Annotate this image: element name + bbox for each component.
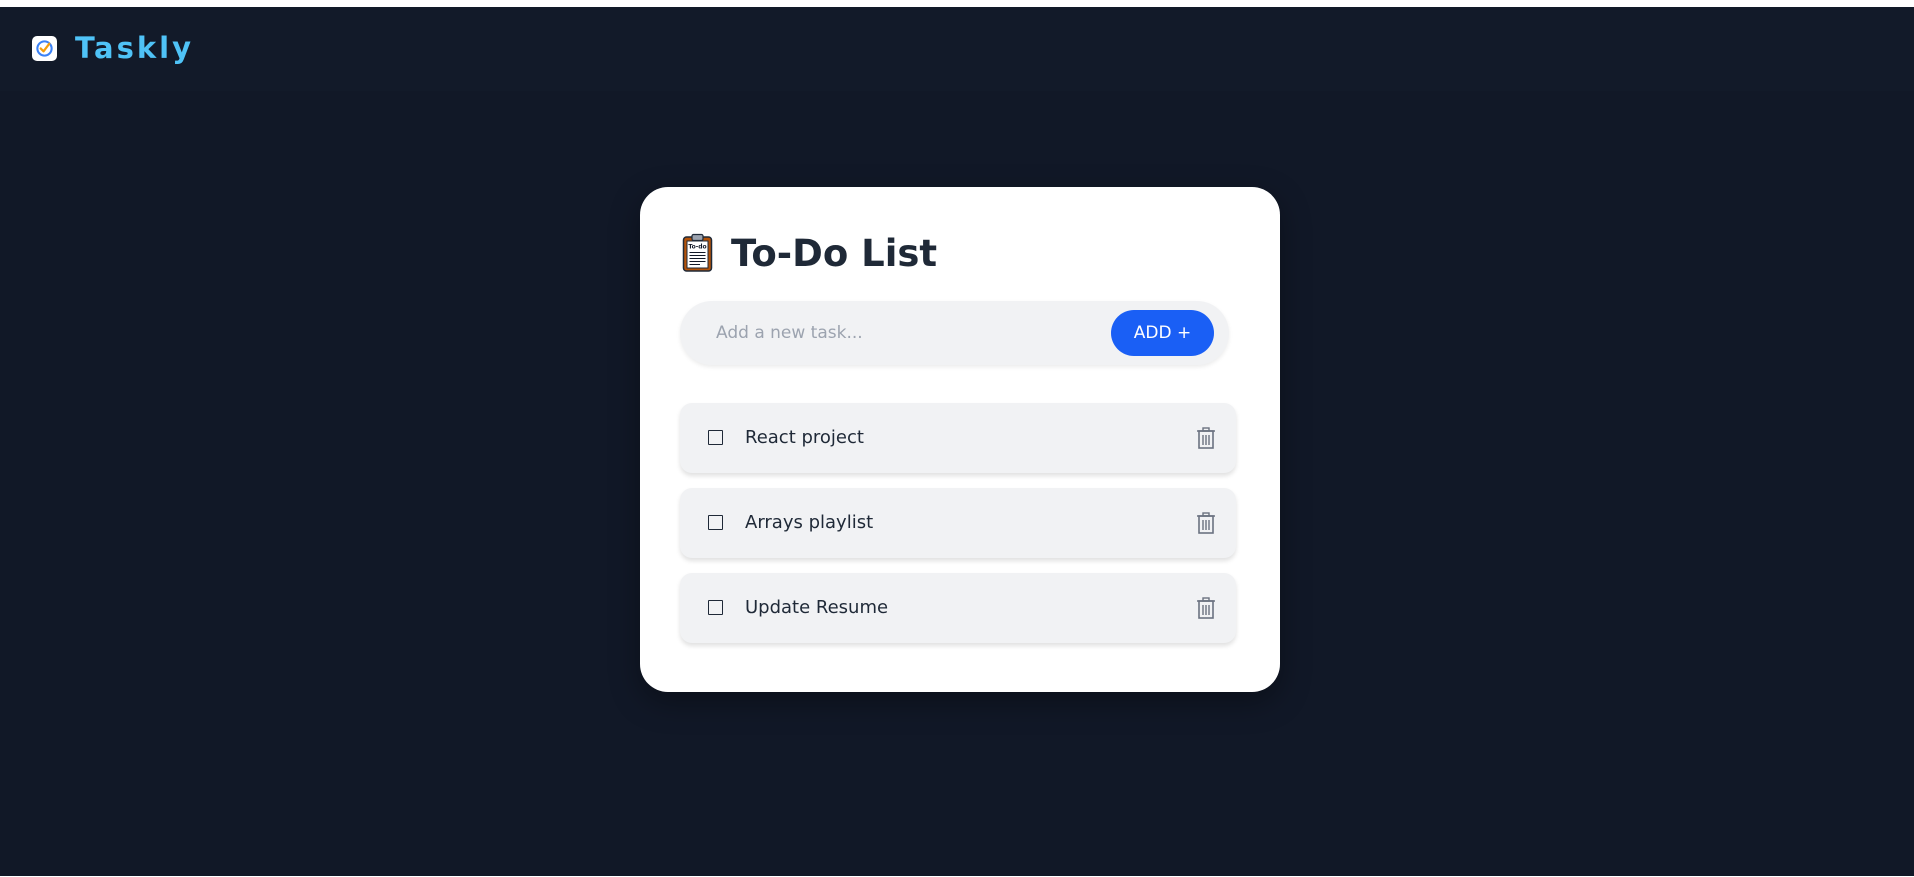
checkmark-logo-icon	[32, 36, 57, 61]
trash-icon[interactable]	[1194, 425, 1218, 451]
task-item: React project	[680, 403, 1236, 473]
card-title: To-Do List	[731, 231, 938, 275]
task-checkbox[interactable]	[708, 430, 723, 445]
task-text: Update Resume	[745, 597, 889, 618]
task-list: React project Arrays playlist Update Res…	[680, 403, 1236, 658]
trash-icon[interactable]	[1194, 595, 1218, 621]
add-task-button[interactable]: ADD +	[1111, 310, 1214, 356]
task-checkbox[interactable]	[708, 600, 723, 615]
app-root: Taskly To-do To-Do List Add a new task..…	[0, 7, 1914, 876]
new-task-input[interactable]	[698, 309, 1116, 357]
todo-card: To-do To-Do List ADD + React project	[640, 187, 1280, 692]
trash-icon[interactable]	[1194, 510, 1218, 536]
clipboard-todo-icon: To-do	[682, 233, 713, 273]
task-item: Update Resume	[680, 573, 1236, 643]
card-header: To-do To-Do List	[682, 233, 937, 273]
add-task-form: ADD +	[680, 301, 1229, 365]
task-item: Arrays playlist	[680, 488, 1236, 558]
brand[interactable]: Taskly	[32, 34, 194, 63]
brand-name: Taskly	[75, 31, 195, 65]
task-text: Arrays playlist	[745, 512, 874, 533]
svg-text:To-do: To-do	[688, 244, 706, 251]
task-checkbox[interactable]	[708, 515, 723, 530]
task-text: React project	[745, 427, 864, 448]
navbar: Taskly	[0, 7, 1914, 91]
